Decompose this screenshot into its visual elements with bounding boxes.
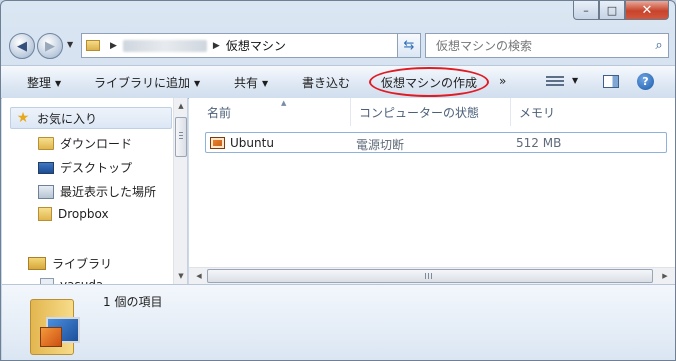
chevron-down-icon: ▼ — [55, 79, 62, 88]
breadcrumb-chevron-icon[interactable]: ▶ — [110, 41, 117, 51]
recent-places-icon — [38, 184, 54, 199]
sidebar-item-recent-places[interactable]: 最近表示した場所 — [38, 183, 156, 200]
caption-buttons: – □ ✕ — [573, 1, 669, 20]
desktop-icon — [38, 161, 54, 174]
virtual-machine-icon — [210, 137, 225, 149]
address-bar[interactable]: ▶ ▶ 仮想マシン ▼ — [81, 33, 417, 58]
command-bar: 整理 ▼ ライブラリに追加 ▼ 共有 ▼ 書き込む 仮想マシンの作成 » ▼ ? — [1, 65, 675, 99]
table-row[interactable]: Ubuntu 電源切断 512 MB — [205, 132, 667, 153]
breadcrumb-current[interactable]: 仮想マシン — [226, 37, 286, 54]
details-pane: 1 個の項目 — [2, 284, 675, 360]
minimize-button[interactable]: – — [573, 1, 599, 20]
item-count: 1 個の項目 — [103, 295, 163, 309]
organize-label: 整理 — [27, 76, 52, 90]
library-icon — [28, 257, 46, 270]
download-folder-icon — [38, 137, 54, 150]
search-box[interactable]: ⌕ — [425, 33, 669, 58]
preview-pane-icon[interactable] — [603, 75, 619, 88]
forward-button[interactable]: ▶ — [37, 33, 63, 59]
navigation-row: ◀ ▶ ▼ ▶ ▶ 仮想マシン ▼ ⇆ ⌕ — [9, 31, 669, 61]
sidebar-item-desktop[interactable]: デスクトップ — [38, 159, 132, 176]
breadcrumb-blurred-segment[interactable] — [122, 39, 207, 52]
scroll-up-arrow-icon[interactable]: ▲ — [174, 98, 187, 114]
folder-icon — [86, 40, 100, 51]
sidebar-item-libraries[interactable]: ライブラリ — [28, 255, 112, 272]
add-to-library-menu[interactable]: ライブラリに追加 ▼ — [94, 74, 200, 91]
close-button[interactable]: ✕ — [625, 1, 669, 20]
search-input[interactable] — [434, 37, 650, 54]
sidebar-item-label: ライブラリ — [52, 257, 113, 271]
refresh-icon: ⇆ — [403, 38, 415, 53]
sidebar-item-label: ダウンロード — [60, 137, 133, 151]
maximize-button[interactable]: □ — [599, 1, 625, 20]
dropbox-folder-icon — [38, 207, 52, 221]
column-header-state[interactable]: コンピューターの状態 — [351, 98, 511, 126]
sidebar-item-dropbox[interactable]: Dropbox — [38, 207, 109, 221]
sidebar-item-label: 最近表示した場所 — [60, 185, 157, 199]
vertical-scrollbar[interactable]: ▲ ▼ — [173, 98, 187, 284]
file-name-cell: Ubuntu — [210, 136, 274, 150]
file-name: Ubuntu — [230, 136, 274, 150]
file-list-pane: 名前 ▲ コンピューターの状態 メモリ Ubuntu 電源切断 512 MB ◀… — [189, 98, 675, 284]
navigation-pane: ★ お気に入り ダウンロード デスクトップ 最近表示した場所 Dropbox ラ… — [2, 98, 188, 284]
scroll-right-arrow-icon[interactable]: ▶ — [657, 268, 673, 284]
explorer-window: – □ ✕ ◀ ▶ ▼ ▶ ▶ 仮想マシン ▼ ⇆ ⌕ 整理▼ ライブラリに追加… — [0, 0, 676, 361]
share-menu[interactable]: 共有 ▼ — [234, 74, 268, 91]
share-label: 共有 — [234, 76, 259, 90]
sidebar-item-label: お気に入り — [37, 111, 98, 126]
more-commands-button[interactable]: » — [499, 74, 506, 88]
help-icon[interactable]: ? — [637, 73, 654, 90]
change-view-icon[interactable] — [546, 74, 564, 88]
forward-arrow-icon: ▶ — [45, 38, 55, 54]
vm-state-cell: 電源切断 — [356, 138, 405, 152]
scrollbar-thumb[interactable] — [175, 117, 187, 157]
chevron-down-icon: ▼ — [194, 79, 201, 88]
vm-memory-cell: 512 MB — [516, 136, 562, 150]
scroll-left-arrow-icon[interactable]: ◀ — [191, 268, 207, 284]
column-header-name[interactable]: 名前 ▲ — [199, 98, 351, 126]
back-button[interactable]: ◀ — [9, 33, 35, 59]
sidebar-item-favorites[interactable]: ★ お気に入り — [10, 107, 172, 129]
breadcrumb-chevron-icon[interactable]: ▶ — [213, 41, 220, 51]
column-header-label: 名前 — [207, 105, 232, 120]
scrollbar-thumb[interactable] — [207, 269, 653, 283]
horizontal-scrollbar[interactable]: ◀ ▶ — [189, 267, 675, 284]
highlight-annotation — [369, 67, 489, 97]
sort-ascending-icon: ▲ — [281, 99, 287, 107]
sidebar-item-label: Dropbox — [58, 207, 109, 221]
sidebar-item-downloads[interactable]: ダウンロード — [38, 135, 132, 152]
column-header-label: メモリ — [519, 105, 556, 120]
refresh-button[interactable]: ⇆ — [397, 33, 421, 58]
back-arrow-icon: ◀ — [17, 38, 27, 54]
vm-folder-thumbnail-icon — [30, 293, 86, 357]
organize-menu[interactable]: 整理 ▼ — [27, 74, 61, 91]
add-to-library-label: ライブラリに追加 — [94, 76, 191, 90]
sidebar-item-label: デスクトップ — [60, 161, 133, 175]
search-icon[interactable]: ⌕ — [650, 38, 668, 53]
view-options-dropdown-icon[interactable]: ▼ — [572, 76, 578, 85]
star-icon: ★ — [16, 110, 30, 126]
column-header-memory[interactable]: メモリ — [511, 98, 675, 126]
column-header-label: コンピューターの状態 — [359, 105, 480, 120]
scroll-down-arrow-icon[interactable]: ▼ — [174, 268, 187, 284]
burn-button[interactable]: 書き込む — [302, 74, 350, 91]
recent-pages-dropdown[interactable]: ▼ — [67, 40, 73, 49]
chevron-down-icon: ▼ — [262, 79, 269, 88]
